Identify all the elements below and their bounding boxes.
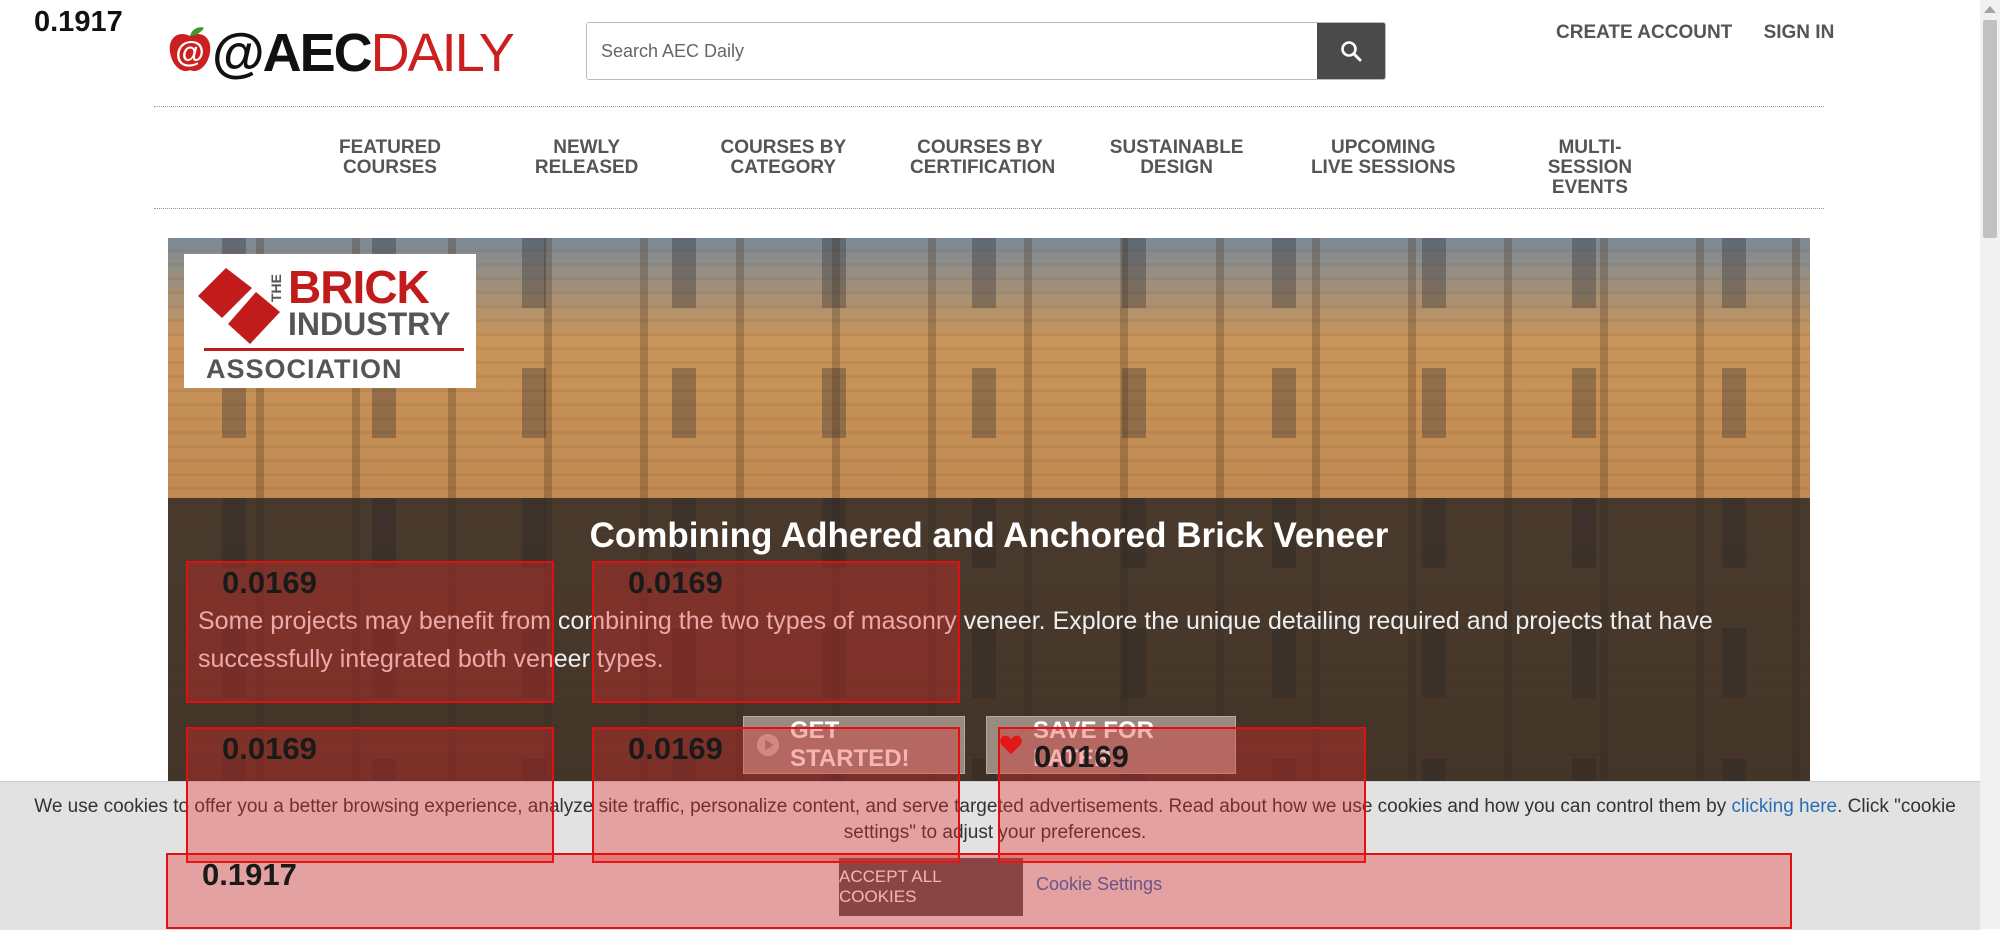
nav-newly-released[interactable]: NEWLY RELEASED (517, 138, 657, 198)
hero-banner: THE BRICK INDUSTRY ASSOCIATION Combining… (168, 238, 1810, 798)
annotation-score: 0.0169 (222, 565, 317, 600)
annotation-score: 0.0169 (628, 731, 723, 766)
annotation-score: 0.0169 (1034, 739, 1129, 774)
search-button[interactable] (1317, 23, 1385, 79)
search-bar (586, 22, 1386, 80)
logo-text: @AECDAILY (212, 23, 515, 83)
annotation-score: 0.0169 (628, 565, 723, 600)
scroll-up-icon[interactable] (1984, 6, 1996, 13)
annotation-score: 0.1917 (202, 857, 297, 892)
annotation-score: 0.0169 (222, 731, 317, 766)
brand-rule (204, 348, 464, 351)
annotation-box: 0.0169 (998, 727, 1366, 863)
search-input[interactable] (587, 23, 1319, 79)
page-scrollbar[interactable] (1980, 0, 2000, 929)
nav-upcoming-live-sessions[interactable]: UPCOMING LIVE SESSIONS (1303, 138, 1463, 198)
create-account-link[interactable]: CREATE ACCOUNT (1556, 22, 1732, 43)
nav-featured-courses[interactable]: FEATURED COURSES (320, 138, 460, 198)
scroll-thumb[interactable] (1983, 20, 1997, 238)
search-icon (1341, 41, 1362, 62)
aecdaily-logo[interactable]: @ @AECDAILY (166, 12, 515, 82)
nav-courses-by-certification[interactable]: COURSES BY CERTIFICATION (910, 138, 1055, 198)
apple-icon: @ (169, 27, 211, 72)
nav-multi-session-events[interactable]: MULTI-SESSION EVENTS (1520, 138, 1660, 198)
svg-text:@: @ (175, 36, 204, 69)
cookie-policy-link[interactable]: clicking here (1731, 796, 1837, 817)
brand-brick: BRICK (288, 261, 430, 313)
logo-aec: @AEC (212, 23, 373, 83)
nav-sustainable-design[interactable]: SUSTAINABLE DESIGN (1107, 138, 1247, 198)
annotation-box: 0.0169 (592, 727, 960, 863)
account-links: CREATE ACCOUNT SIGN IN (1530, 22, 1834, 44)
brand-association: ASSOCIATION (206, 354, 403, 384)
nav-courses-by-category[interactable]: COURSES BY CATEGORY (713, 138, 853, 198)
annotation-box: 0.1917 (166, 853, 1792, 929)
course-title: Combining Adhered and Anchored Brick Ven… (589, 516, 1389, 555)
annotation-box: 0.0169 (186, 561, 554, 703)
brand-the: THE (268, 274, 284, 302)
sign-in-link[interactable]: SIGN IN (1764, 22, 1835, 43)
main-nav: FEATURED COURSES NEWLY RELEASED COURSES BY… (320, 138, 1660, 198)
nav-divider (154, 208, 1824, 209)
annotation-score-label: 0.1917 (34, 6, 123, 38)
annotation-box: 0.0169 (186, 727, 554, 863)
header-divider (154, 106, 1824, 107)
brand-industry: INDUSTRY (288, 306, 451, 342)
brick-industry-association-logo: THE BRICK INDUSTRY ASSOCIATION (184, 254, 476, 388)
logo-daily: DAILY (370, 23, 515, 83)
annotation-box: 0.0169 (592, 561, 960, 703)
